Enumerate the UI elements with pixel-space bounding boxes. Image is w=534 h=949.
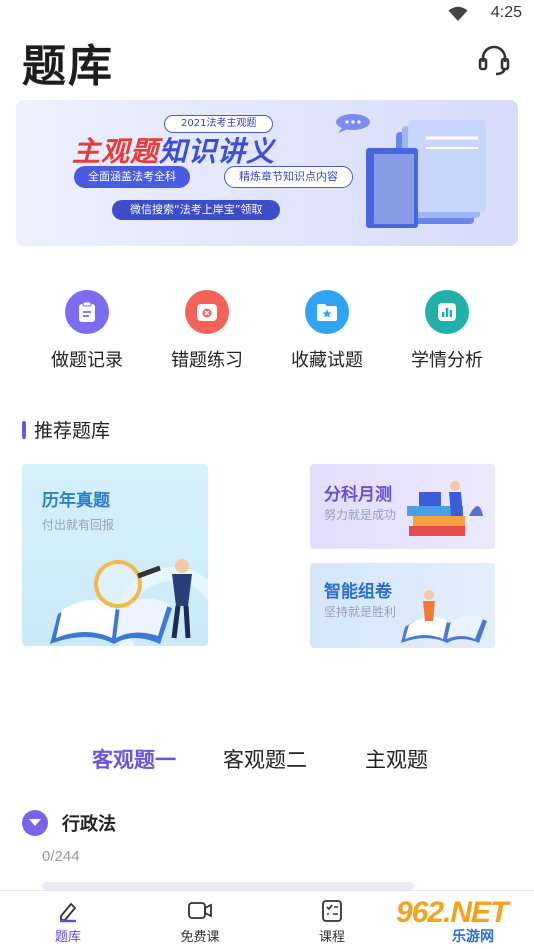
books-illustration (366, 120, 486, 228)
nav-item-question-bank[interactable]: 题库 (28, 899, 108, 945)
quick-actions: 做题记录 错题练习 收藏试题 学情分析 (0, 290, 534, 380)
subject-progress-bar (42, 882, 414, 890)
tab-subjective[interactable]: 主观题 (365, 744, 428, 774)
card-past-exams[interactable]: 历年真题 付出就有回报 (22, 464, 208, 646)
tab-objective-2[interactable]: 客观题二 (223, 744, 307, 774)
nav-item-courses[interactable]: 课程 (292, 899, 372, 945)
section-title-text: 推荐题库 (34, 420, 111, 442)
status-bar: 4:25 (0, 0, 534, 30)
section-title-accent (22, 420, 26, 439)
card-monthly-test[interactable]: 分科月测 努力就是成功 (310, 464, 495, 549)
subject-name: 行政法 (62, 814, 116, 835)
nav-label: 课程 (318, 930, 345, 945)
quick-action-label: 收藏试题 (291, 350, 363, 371)
subject-progress-text: 0/244 (42, 848, 80, 865)
chevron-down-icon (22, 810, 48, 836)
card-title: 分科月测 (324, 485, 392, 505)
banner-pill-bottom: 微信搜索“法考上岸宝”领取 (112, 200, 281, 220)
card-title: 智能组卷 (324, 582, 392, 602)
error-book-icon (185, 290, 229, 334)
banner-headline-blue: 知识讲义 (159, 135, 276, 168)
subject-item-administrative-law[interactable]: 行政法 (22, 810, 116, 836)
book-magnifier-illustration (50, 559, 208, 646)
status-time: 4:25 (490, 4, 522, 21)
banner-headline: 主观题知识讲义 (72, 130, 275, 170)
card-subtitle: 努力就是成功 (324, 508, 397, 522)
video-icon (188, 902, 212, 919)
star-folder-icon (305, 290, 349, 334)
page-title: 题库 (22, 41, 114, 92)
watermark-sub: 乐游网 (452, 929, 494, 945)
quick-action-history[interactable]: 做题记录 (32, 290, 142, 372)
banner-pill-right: 精炼章节知识点内容 (224, 166, 353, 188)
banner-headline-red: 主观题 (72, 135, 160, 168)
nav-label: 免费课 (180, 930, 220, 945)
card-subtitle: 坚持就是胜利 (324, 605, 397, 619)
nav-label: 题库 (54, 930, 81, 945)
stacked-books-illustration (407, 481, 483, 536)
section-title-recommend: 推荐题库 (22, 416, 110, 443)
edit-icon (60, 902, 77, 923)
quick-action-analysis[interactable]: 学情分析 (392, 290, 502, 372)
watermark-main: 962.NET (396, 896, 508, 929)
site-watermark: 962.NET 乐游网 (396, 896, 530, 945)
quick-action-label: 学情分析 (411, 350, 483, 371)
checklist-icon (322, 900, 342, 922)
headset-icon (478, 45, 510, 76)
tab-objective-1[interactable]: 客观题一 (92, 744, 176, 774)
open-book-illustration (401, 590, 487, 643)
question-type-tabs: 客观题一 客观题二 主观题 (0, 744, 534, 780)
bar-chart-icon (425, 290, 469, 334)
promo-banner[interactable]: 2021法考主观题 主观题知识讲义 全面涵盖法考全科 精炼章节知识点内容 微信搜… (16, 100, 518, 246)
quick-action-label: 错题练习 (171, 350, 243, 371)
card-smart-paper[interactable]: 智能组卷 坚持就是胜利 (310, 563, 495, 648)
quick-action-favorites[interactable]: 收藏试题 (272, 290, 382, 372)
nav-item-free-courses[interactable]: 免费课 (160, 899, 240, 945)
card-subtitle: 付出就有回报 (42, 518, 115, 532)
clipboard-icon (65, 290, 109, 334)
quick-action-label: 做题记录 (51, 350, 123, 371)
card-title: 历年真题 (42, 491, 110, 511)
customer-service-button[interactable] (474, 40, 514, 80)
quick-action-mistakes[interactable]: 错题练习 (152, 290, 262, 372)
banner-pill-left: 全面涵盖法考全科 (74, 166, 190, 188)
wifi-icon (448, 6, 468, 21)
